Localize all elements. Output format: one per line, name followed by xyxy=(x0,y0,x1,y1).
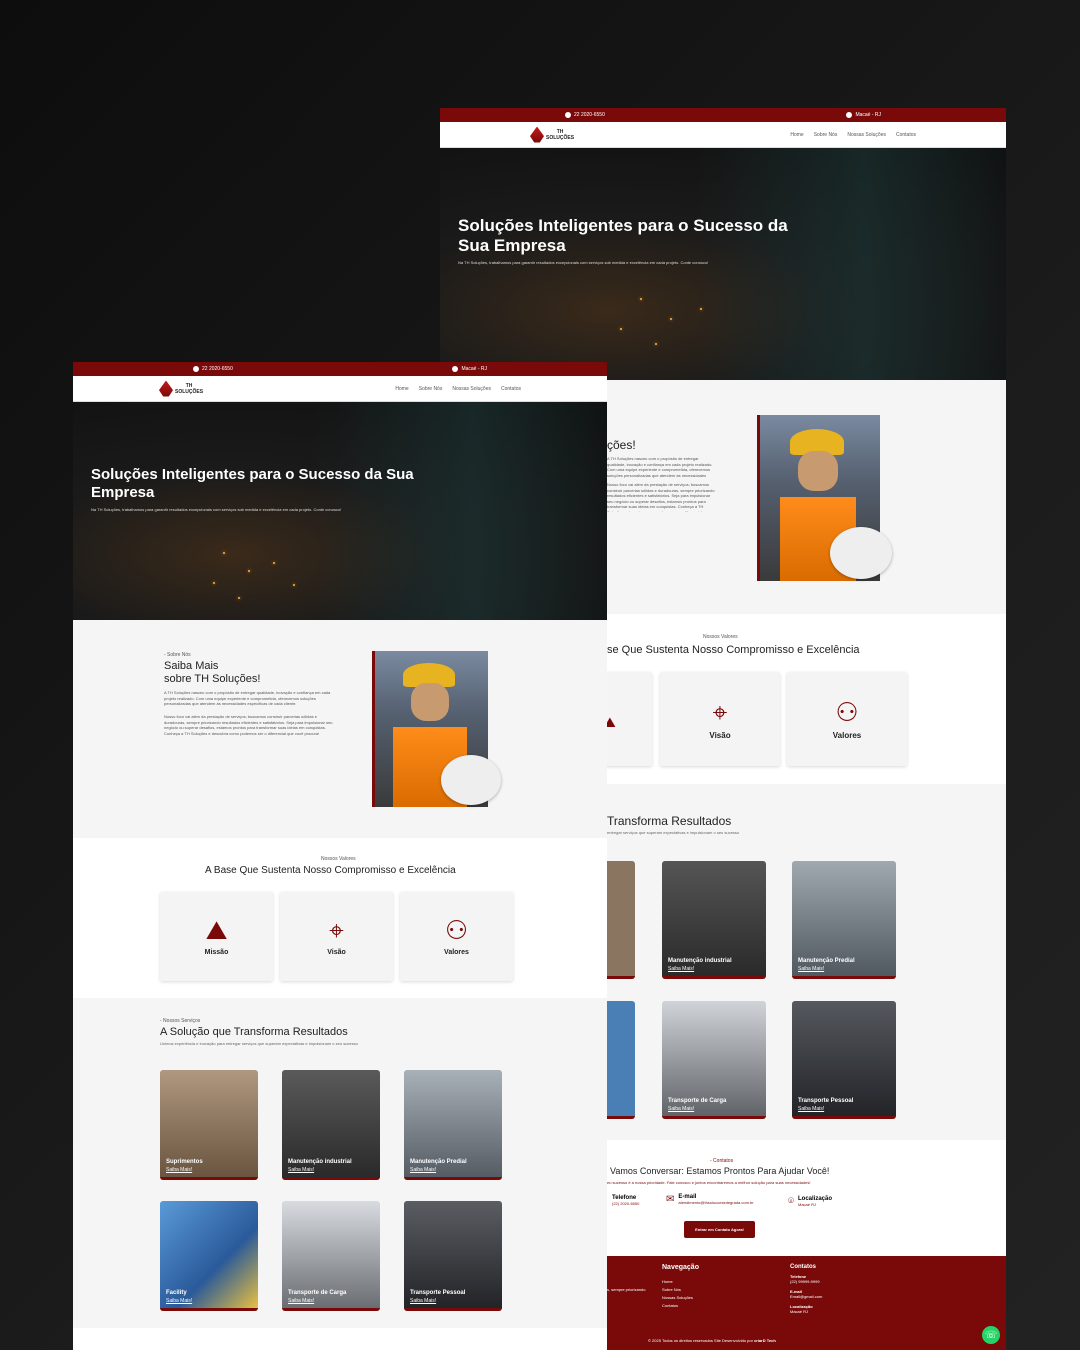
nav-solutions[interactable]: Nossas Soluções xyxy=(847,132,886,138)
telescope-icon: ⌖ xyxy=(329,915,344,945)
topbar-location: Macaé - RJ xyxy=(855,112,881,118)
nav-home[interactable]: Home xyxy=(790,132,803,138)
worker-photo xyxy=(372,651,501,807)
service-card-maintenance-building[interactable]: Manutenção Predial Saiba Mais! xyxy=(404,1070,502,1180)
service-card-personal[interactable]: Transporte Pessoal Saiba Mais! xyxy=(404,1201,502,1311)
phone-icon xyxy=(193,366,199,372)
footer-nav: Home Sobre Nós Nossas Soluções Contatos xyxy=(662,1279,693,1308)
about-paragraph-2: Nosso foco vai além da prestação de serv… xyxy=(164,714,333,736)
hardhat xyxy=(441,755,501,805)
logo[interactable]: TH SOLUÇÕES xyxy=(159,380,203,397)
topbar: 22 2020-6550 Macaé - RJ xyxy=(440,108,1006,122)
whatsapp-button[interactable]: ☏ xyxy=(982,1326,1000,1344)
value-card-vision[interactable]: ⌖ Visão xyxy=(280,892,393,981)
services-title: Transforma Resultados xyxy=(607,814,732,828)
logo[interactable]: TH SOLUÇÕES xyxy=(530,126,574,143)
nav-solutions[interactable]: Nossas Soluções xyxy=(452,386,491,392)
contact-email: ✉ E-mail atendimento@thsolucoesintegrada.… xyxy=(666,1194,754,1205)
location-pin-icon: ⌾ xyxy=(788,1196,794,1207)
about-title: Saiba Mais sobre TH Soluções! xyxy=(164,660,261,685)
values-title: se Que Sustenta Nosso Compromisso e Exce… xyxy=(607,644,860,656)
hero: Soluções Inteligentes para o Sucesso da … xyxy=(440,148,1006,380)
nav-home[interactable]: Home xyxy=(395,386,408,392)
value-card-values[interactable]: ⚇ Valores xyxy=(400,892,513,981)
hero-subtitle: Na TH Soluções, trabalhamos para garanti… xyxy=(458,260,709,265)
hero-title: Soluções Inteligentes para o Sucesso da … xyxy=(458,216,788,256)
worker-photo xyxy=(757,415,892,581)
topbar: 22 2020-6550 Macaé - RJ xyxy=(73,362,607,376)
people-stars-icon: ⚇ xyxy=(444,915,469,945)
nav-contacts[interactable]: Contatos xyxy=(501,386,521,392)
about-paragraph: A TH Soluções nasceu com o propósito de … xyxy=(164,690,331,707)
service-card-maintenance-industrial[interactable]: Manutenção industrial Saiba Mais! xyxy=(662,861,766,979)
service-card-personal[interactable]: Transporte Pessoal Saiba Mais! xyxy=(792,1001,896,1119)
whatsapp-icon: ☏ xyxy=(984,1329,998,1341)
phone-icon xyxy=(565,112,571,118)
mountain-flag-icon: ⛰ xyxy=(205,915,228,945)
copyright: © 2025 Todos os direitos reservados Site… xyxy=(648,1338,776,1343)
navbar: TH SOLUÇÕES Home Sobre Nós Nossas Soluçõe… xyxy=(73,376,607,402)
hero: Soluções Inteligentes para o Sucesso da … xyxy=(73,402,607,620)
service-card-cargo[interactable]: Transporte de Carga Saiba Mais! xyxy=(282,1201,380,1311)
contact-cta-button[interactable]: Entrar em Contato Agora! xyxy=(684,1221,755,1238)
envelope-icon: ✉ xyxy=(666,1194,675,1205)
location-pin-icon xyxy=(452,366,459,372)
service-card-maintenance-building[interactable]: Manutenção Predial Saiba Mais! xyxy=(792,861,896,979)
hero-title: Soluções Inteligentes para o Sucesso da … xyxy=(91,466,414,501)
telescope-icon: ⌖ xyxy=(712,696,728,727)
service-card-maintenance-industrial[interactable]: Manutenção industrial Saiba Mais! xyxy=(282,1070,380,1180)
nav-contacts[interactable]: Contatos xyxy=(896,132,916,138)
about-paragraph-2: Nosso foco vai além da prestação de serv… xyxy=(607,482,715,512)
value-card-values[interactable]: ⚇ Valores xyxy=(787,672,907,766)
services-title: A Solução que Transforma Resultados xyxy=(160,1026,348,1038)
people-stars-icon: ⚇ xyxy=(835,696,859,727)
hardhat xyxy=(830,527,892,579)
about-paragraph: A TH Soluções nasceu com o propósito de … xyxy=(607,456,713,478)
nav-links: Home Sobre Nós Nossas Soluções Contatos xyxy=(790,132,916,138)
topbar-phone: 22 2020-6550 xyxy=(574,112,605,118)
services-section: - Nossos Serviços A Solução que Transfor… xyxy=(73,998,607,1328)
service-card-facility[interactable]: Facility Saiba Mais! xyxy=(160,1201,258,1311)
logo-flame-icon xyxy=(530,126,544,143)
service-card-supplies[interactable]: Suprimentos Saiba Mais! xyxy=(160,1070,258,1180)
about-title: ções! xyxy=(607,438,636,452)
values-title: A Base Que Sustenta Nosso Compromisso e … xyxy=(205,865,456,876)
navbar: TH SOLUÇÕES Home Sobre Nós Nossas Soluçõe… xyxy=(440,122,1006,148)
value-card-mission[interactable]: ⛰ Missão xyxy=(160,892,273,981)
location-pin-icon xyxy=(846,112,853,118)
values-section: Nossos Valores A Base Que Sustenta Nosso… xyxy=(73,838,607,998)
about-section: - Sobre Nós Saiba Mais sobre TH Soluções… xyxy=(73,620,607,838)
hero-subtitle: Na TH Soluções, trabalhamos para garanti… xyxy=(91,507,342,512)
value-card-vision[interactable]: ⌖ Visão xyxy=(660,672,780,766)
nav-about[interactable]: Sobre Nós xyxy=(419,386,443,392)
contact-phone: Telefone (22) 2020-6550 xyxy=(612,1195,640,1206)
logo-flame-icon xyxy=(159,380,173,397)
contact-title: Vamos Conversar: Estamos Prontos Para Aj… xyxy=(610,1166,830,1176)
front-mockup: 22 2020-6550 Macaé - RJ TH SOLUÇÕES Home … xyxy=(73,362,607,1350)
nav-about[interactable]: Sobre Nós xyxy=(814,132,838,138)
service-card-cargo[interactable]: Transporte de Carga Saiba Mais! xyxy=(662,1001,766,1119)
contact-location: ⌾ Localização Macaé RJ xyxy=(788,1196,833,1207)
